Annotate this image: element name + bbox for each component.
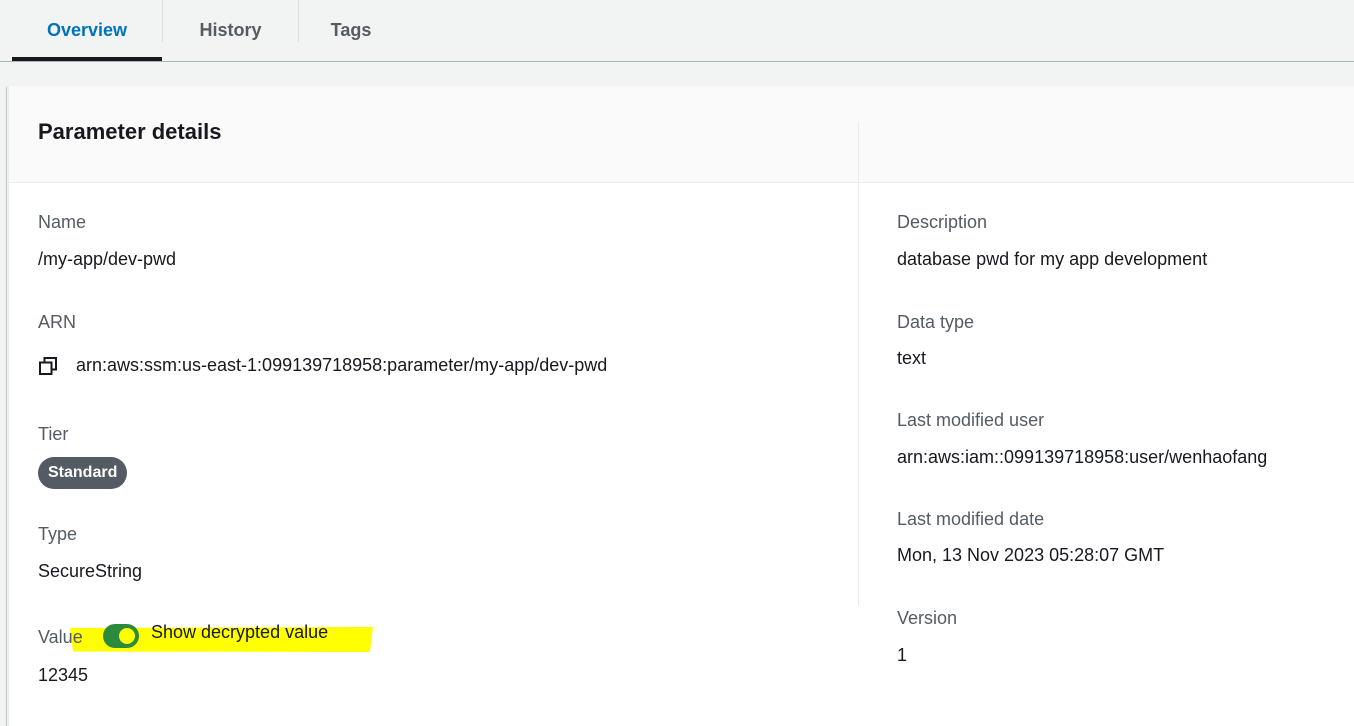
arn-label: ARN bbox=[38, 312, 77, 332]
show-decrypted-toggle[interactable] bbox=[103, 624, 139, 648]
toggle-knob bbox=[119, 628, 135, 644]
active-tab-indicator bbox=[12, 57, 162, 61]
data-type-value: text bbox=[897, 348, 927, 368]
last-modified-date-label: Last modified date bbox=[897, 509, 1045, 529]
version-value: 1 bbox=[897, 645, 908, 665]
last-modified-user-value: arn:aws:iam::099139718958:user/wenhaofan… bbox=[897, 447, 1268, 467]
arn-value: arn:aws:ssm:us-east-1:099139718958:param… bbox=[76, 355, 608, 375]
tier-badge: Standard bbox=[38, 457, 128, 489]
value-label: Value bbox=[38, 627, 83, 647]
name-value: /my-app/dev-pwd bbox=[38, 249, 177, 269]
name-label: Name bbox=[38, 212, 87, 232]
card-header: Parameter details bbox=[9, 86, 1354, 183]
tab-history[interactable]: History bbox=[163, 0, 298, 61]
tier-label: Tier bbox=[38, 424, 69, 444]
card-title: Parameter details bbox=[38, 119, 222, 144]
tab-bar: Overview History Tags bbox=[0, 0, 1354, 62]
version-label: Version bbox=[897, 608, 958, 628]
copy-icon[interactable] bbox=[38, 356, 58, 376]
decrypted-value: 12345 bbox=[38, 665, 89, 685]
type-label: Type bbox=[38, 524, 78, 544]
description-value: database pwd for my app development bbox=[897, 249, 1208, 269]
column-divider bbox=[858, 122, 859, 606]
description-label: Description bbox=[897, 212, 988, 232]
type-value: SecureString bbox=[38, 561, 143, 581]
last-modified-user-label: Last modified user bbox=[897, 410, 1045, 430]
show-decrypted-label[interactable]: Show decrypted value bbox=[151, 622, 328, 643]
tab-tags[interactable]: Tags bbox=[299, 0, 403, 61]
last-modified-date-value: Mon, 13 Nov 2023 05:28:07 GMT bbox=[897, 545, 1165, 565]
data-type-label: Data type bbox=[897, 312, 975, 332]
tab-overview[interactable]: Overview bbox=[12, 0, 162, 61]
